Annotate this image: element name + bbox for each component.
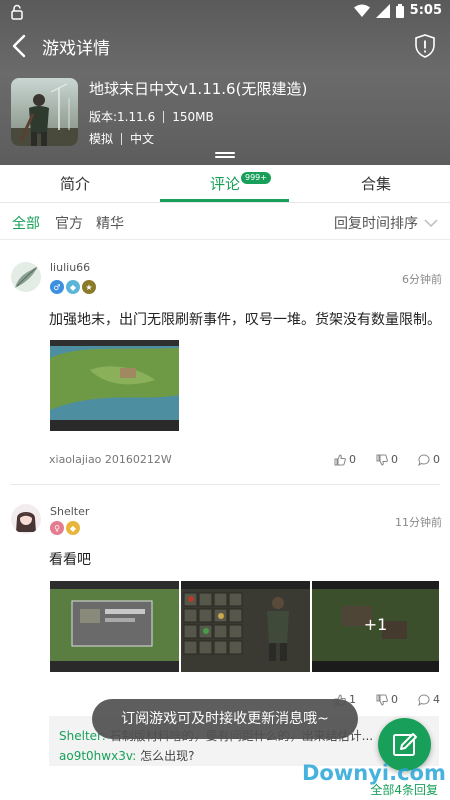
comment-screenshot[interactable] xyxy=(50,581,179,672)
thumbs-down-icon xyxy=(376,454,388,466)
game-name: 地球末日中文v1.11.6(无限建造) xyxy=(89,80,308,98)
more-images-count: +1 xyxy=(363,615,388,634)
diamond-icon: ◆ xyxy=(66,521,80,535)
comment-time: 11分钟前 xyxy=(395,516,442,529)
reply-button[interactable]: 4 xyxy=(418,693,440,706)
game-meta: 版本:1.11.6 150MB xyxy=(89,108,214,125)
game-tags: 模拟 中文 xyxy=(89,130,154,147)
reply-text: 怎么出现? xyxy=(140,749,195,763)
comment-username[interactable]: liuliu66 xyxy=(50,261,90,274)
app-screen: 5:05 游戏详情 地球末日中文v1.11.6(无限建造) 版本:1.11.6 … xyxy=(0,0,450,800)
dislike-count: 0 xyxy=(391,693,398,706)
watermark-logo: Downyi.com xyxy=(302,761,446,785)
status-time: 5:05 xyxy=(409,3,442,18)
comment-divider xyxy=(10,484,440,485)
thumbs-up-icon xyxy=(334,453,346,465)
meta-separator xyxy=(163,110,165,123)
game-tag[interactable]: 模拟 xyxy=(89,130,113,147)
comment-actions: 0 0 0 xyxy=(334,453,440,466)
avatar[interactable] xyxy=(11,504,41,534)
comment-text: 看看吧 xyxy=(49,552,91,568)
subscribe-toast: 订阅游戏可及时接收更新消息哦~ xyxy=(92,699,358,739)
page-title: 游戏详情 xyxy=(42,39,110,59)
gender-male-icon: ♂ xyxy=(50,280,64,294)
tab-comments[interactable]: 评论 xyxy=(210,173,240,194)
sort-label: 回复时间排序 xyxy=(334,216,418,232)
game-tag[interactable]: 中文 xyxy=(130,130,154,147)
comment-screenshot[interactable] xyxy=(50,340,179,431)
nav-bar: 游戏详情 xyxy=(0,26,450,66)
comment-screenshot[interactable]: +1 xyxy=(312,581,439,672)
reply-count: 4 xyxy=(433,693,440,706)
user-badges: ♂ ◆ ★ xyxy=(50,280,96,294)
wifi-icon xyxy=(353,4,370,17)
tab-intro[interactable]: 简介 xyxy=(60,173,90,194)
back-arrow-icon[interactable] xyxy=(8,32,32,60)
tab-active-indicator xyxy=(160,199,289,202)
like-button[interactable]: 0 xyxy=(334,453,356,466)
tab-bar: 简介 评论 合集 xyxy=(0,165,450,203)
diamond-icon: ◆ xyxy=(66,280,80,294)
meta-separator xyxy=(121,132,123,145)
comment-bubble-icon xyxy=(418,693,430,706)
filter-official[interactable]: 官方 xyxy=(55,213,83,233)
dislike-count: 0 xyxy=(391,453,398,466)
sort-dropdown[interactable]: 回复时间排序 xyxy=(334,213,438,233)
comment-text: 加强地末，出门无限刷新事件，叹号一堆。货架没有数量限制。 xyxy=(49,312,441,328)
report-shield-icon[interactable] xyxy=(412,32,438,60)
filter-featured[interactable]: 精华 xyxy=(96,213,124,233)
user-badges: ♀ ◆ xyxy=(50,521,80,535)
avatar[interactable] xyxy=(11,262,41,292)
game-header: 5:05 游戏详情 地球末日中文v1.11.6(无限建造) 版本:1.11.6 … xyxy=(0,0,450,165)
reply-count: 0 xyxy=(433,453,440,466)
signal-icon xyxy=(375,3,390,18)
dislike-button[interactable]: 0 xyxy=(376,453,398,466)
device-info: xiaolajiao 20160212W xyxy=(49,453,172,466)
comment-filter-bar: 全部 官方 精华 回复时间排序 xyxy=(0,204,450,240)
status-bar: 5:05 xyxy=(0,0,450,24)
game-icon xyxy=(11,78,78,146)
comment-username[interactable]: Shelter xyxy=(50,505,89,518)
game-size: 150MB xyxy=(172,109,214,124)
lock-notification-icon xyxy=(11,4,23,20)
like-count: 0 xyxy=(349,453,356,466)
reply-button[interactable]: 0 xyxy=(418,453,440,466)
filter-all[interactable]: 全部 xyxy=(12,213,40,233)
game-version: 版本:1.11.6 xyxy=(89,110,156,124)
rank-medal-icon: ★ xyxy=(82,280,96,294)
comment-screenshot[interactable] xyxy=(181,581,310,672)
drag-handle-icon[interactable] xyxy=(215,152,235,160)
gender-female-icon: ♀ xyxy=(50,521,64,535)
battery-icon xyxy=(395,3,404,18)
comment-count-badge: 999+ xyxy=(241,172,271,184)
chevron-down-icon xyxy=(424,219,438,228)
thumbs-down-icon xyxy=(376,694,388,706)
reply-username[interactable]: ao9t0hwx3v: xyxy=(59,749,136,763)
tab-collection[interactable]: 合集 xyxy=(361,173,391,194)
dislike-button[interactable]: 0 xyxy=(376,693,398,706)
comment-time: 6分钟前 xyxy=(402,273,442,286)
comment-bubble-icon xyxy=(418,453,430,466)
